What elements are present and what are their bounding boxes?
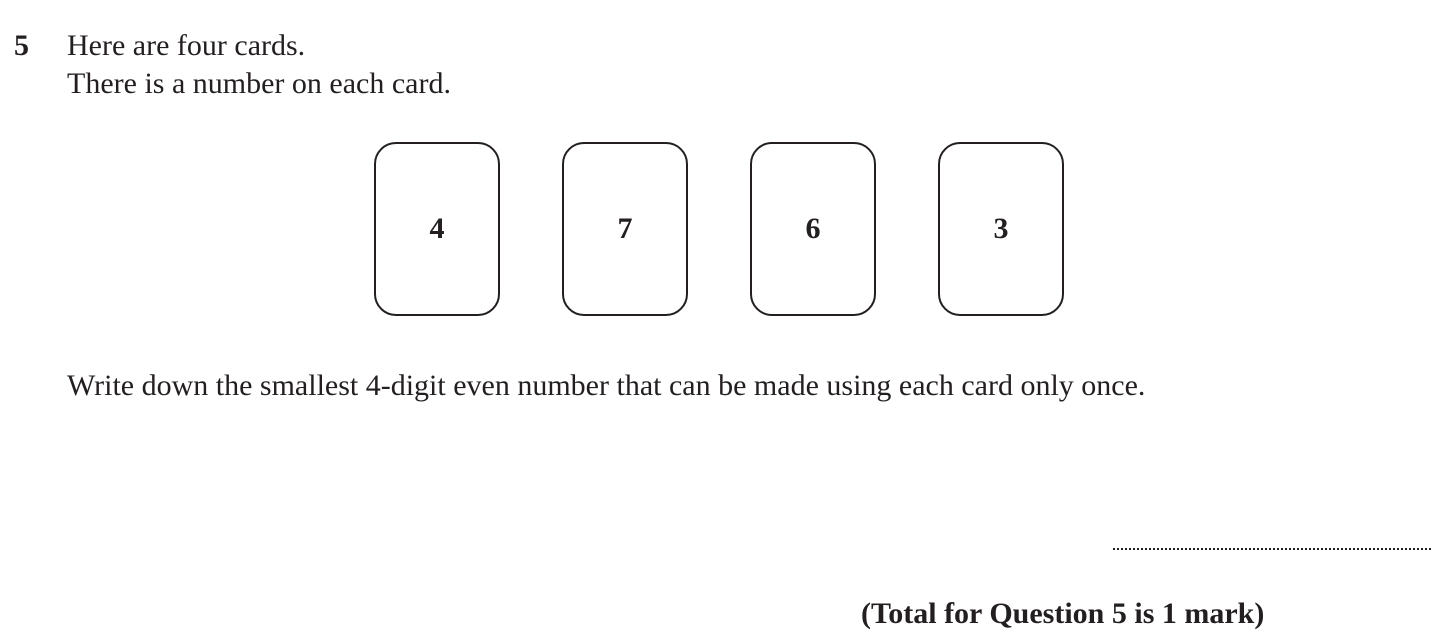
number-card: 6 [750, 142, 876, 316]
number-card: 4 [374, 142, 500, 316]
card-number: 7 [617, 212, 633, 245]
answer-line[interactable] [1113, 548, 1431, 550]
instruction-text: Write down the smallest 4-digit even num… [67, 369, 1146, 402]
total-marks: (Total for Question 5 is 1 mark) [861, 597, 1265, 630]
card-number: 6 [805, 212, 821, 245]
card-row: 4 7 6 3 [374, 142, 1064, 316]
question-number: 5 [14, 29, 29, 62]
number-card: 7 [562, 142, 688, 316]
card-number: 4 [429, 212, 445, 245]
intro-line-2: There is a number on each card. [67, 67, 451, 100]
number-card: 3 [938, 142, 1064, 316]
card-number: 3 [993, 212, 1009, 245]
intro-line-1: Here are four cards. [67, 29, 306, 62]
